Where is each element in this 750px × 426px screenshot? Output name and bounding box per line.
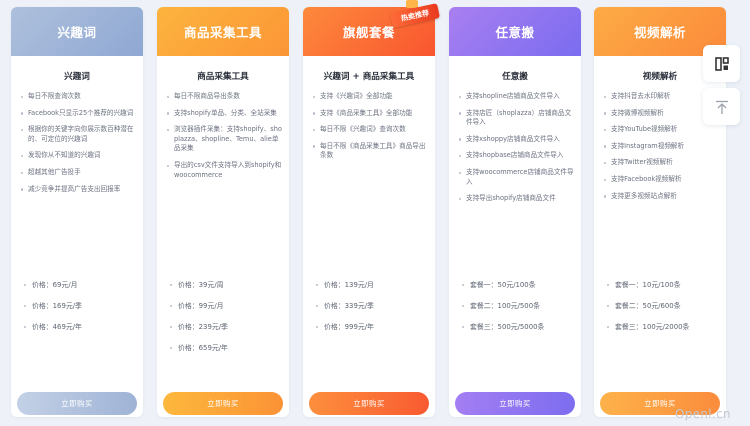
feature-item: 浏览器插件采集：支持shopify、shoplazza、shopline、Tem… (166, 125, 283, 154)
plan-subtitle: 任意搬 (502, 72, 528, 82)
feature-item: 支持《兴趣词》全部功能 (312, 92, 429, 102)
feature-item: 支持xshoppy店铺商品文件导入 (458, 135, 575, 145)
feature-item: 导出的csv文件支持导入到shopify和woocommerce (166, 161, 283, 180)
price-item: 价格：239元/季 (169, 322, 283, 343)
plan-card-flagship: 旗舰套餐 兴趣词 + 商品采集工具 支持《兴趣词》全部功能 支持《商品采集工具》… (303, 7, 435, 417)
price-list: 套餐一：50元/100条 套餐二：100元/500条 套餐三：500元/5000… (461, 280, 575, 343)
hot-sale-badge: 热卖推荐 (389, 0, 441, 32)
plan-subtitle: 兴趣词 + 商品采集工具 (323, 72, 415, 82)
feature-item: 支持Twitter视频解析 (603, 158, 720, 168)
plan-card-interest: 兴趣词 兴趣词 每日不限查询次数 Facebook只显示25个推荐的兴趣词 根据… (11, 7, 143, 417)
watermark: Openl.cn (675, 407, 731, 421)
price-list: 价格：139元/月 价格：339元/季 价格：999元/年 (315, 280, 429, 343)
badge-label: 热卖推荐 (389, 3, 441, 28)
price-item: 价格：39元/周 (169, 280, 283, 301)
feature-item: 每日不限商品导出条数 (166, 92, 283, 102)
buy-button-interest[interactable]: 立即购买 (17, 392, 137, 415)
price-item: 价格：69元/月 (23, 280, 137, 301)
feature-item: 减少竞争并提高广告支出回报率 (20, 185, 137, 195)
feature-item: 支持woocommerce店铺商品文件导入 (458, 168, 575, 187)
back-to-top-icon (715, 100, 728, 114)
feature-item: 支持店匠（shoplazza）店铺商品文件导入 (458, 109, 575, 128)
feature-item: 支持导出shopify店铺商品文件 (458, 194, 575, 204)
feature-item: 根据你的关键字向你展示数百种潜在的、可定位的兴趣词 (20, 125, 137, 144)
price-item: 价格：99元/月 (169, 301, 283, 322)
plan-title: 兴趣词 (11, 7, 143, 56)
feature-item: 支持shopify单品、分类、全站采集 (166, 109, 283, 119)
back-to-top-button[interactable] (703, 88, 740, 125)
feature-item: 支持更多视频站点解析 (603, 192, 720, 202)
feature-item: 支持Facebook视频解析 (603, 175, 720, 185)
plan-subtitle: 兴趣词 (64, 72, 90, 82)
feature-list: 支持shopline店铺商品文件导入 支持店匠（shoplazza）店铺商品文件… (458, 92, 575, 211)
feature-list: 每日不限查询次数 Facebook只显示25个推荐的兴趣词 根据你的关键字向你展… (20, 92, 137, 201)
pricing-cards: 兴趣词 兴趣词 每日不限查询次数 Facebook只显示25个推荐的兴趣词 根据… (11, 7, 726, 417)
plan-title: 任意搬 (449, 7, 581, 56)
layout-icon (714, 56, 729, 71)
feature-item: 支持shopbase店铺商品文件导入 (458, 151, 575, 161)
price-item: 套餐一：50元/100条 (461, 280, 575, 301)
feature-item: Facebook只显示25个推荐的兴趣词 (20, 109, 137, 119)
feature-item: 支持shopline店铺商品文件导入 (458, 92, 575, 102)
plan-title: 商品采集工具 (157, 7, 289, 56)
feature-item: 每日不限查询次数 (20, 92, 137, 102)
price-item: 价格：139元/月 (315, 280, 429, 301)
price-item: 价格：659元/年 (169, 343, 283, 364)
feature-item: 支持《商品采集工具》全部功能 (312, 109, 429, 119)
price-list: 价格：39元/周 价格：99元/月 价格：239元/季 价格：659元/年 (169, 280, 283, 364)
feature-item: 支持Instagram视频解析 (603, 142, 720, 152)
plan-subtitle: 商品采集工具 (197, 72, 249, 82)
price-item: 套餐三：500元/5000条 (461, 322, 575, 343)
price-item: 价格：169元/季 (23, 301, 137, 322)
price-item: 套餐三：100元/2000条 (606, 322, 720, 343)
feature-list: 每日不限商品导出条数 支持shopify单品、分类、全站采集 浏览器插件采集：支… (166, 92, 283, 187)
plan-card-collect: 商品采集工具 商品采集工具 每日不限商品导出条数 支持shopify单品、分类、… (157, 7, 289, 417)
feature-item: 发现你从不知道的兴趣词 (20, 151, 137, 161)
price-item: 价格：469元/年 (23, 322, 137, 343)
buy-button-collect[interactable]: 立即购买 (163, 392, 283, 415)
price-list: 价格：69元/月 价格：169元/季 价格：469元/年 (23, 280, 137, 343)
layout-toggle-button[interactable] (703, 45, 740, 82)
plan-card-move: 任意搬 任意搬 支持shopline店铺商品文件导入 支持店匠（shoplazz… (449, 7, 581, 417)
price-item: 价格：999元/年 (315, 322, 429, 343)
price-item: 套餐二：100元/500条 (461, 301, 575, 322)
buy-button-move[interactable]: 立即购买 (455, 392, 575, 415)
feature-item: 每日不限《商品采集工具》商品导出条数 (312, 142, 429, 161)
price-item: 套餐二：50元/600条 (606, 301, 720, 322)
price-item: 价格：339元/季 (315, 301, 429, 322)
feature-list: 支持《兴趣词》全部功能 支持《商品采集工具》全部功能 每日不限《兴趣词》查询次数… (312, 92, 429, 168)
price-item: 套餐一：10元/100条 (606, 280, 720, 301)
buy-button-flagship[interactable]: 立即购买 (309, 392, 429, 415)
feature-item: 支持YouTube视频解析 (603, 125, 720, 135)
feature-item: 超越其他广告投手 (20, 168, 137, 178)
feature-item: 每日不限《兴趣词》查询次数 (312, 125, 429, 135)
price-list: 套餐一：10元/100条 套餐二：50元/600条 套餐三：100元/2000条 (606, 280, 720, 343)
